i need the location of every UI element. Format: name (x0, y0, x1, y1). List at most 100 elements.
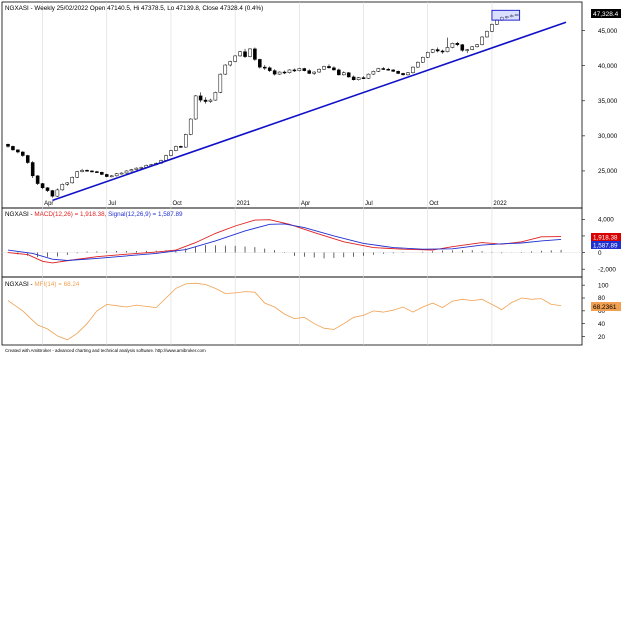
candle-body (406, 72, 410, 76)
candle-body (386, 68, 391, 71)
candle-body (208, 99, 213, 102)
candle-body (243, 51, 247, 57)
mfi-header-prefix: NGXASI - (5, 281, 34, 288)
candle-body (213, 92, 218, 101)
candle-body (356, 77, 361, 81)
candle-body (253, 48, 257, 60)
candle-body (124, 170, 129, 174)
x-tick-label: Jul (365, 201, 373, 207)
candle-body (282, 71, 287, 74)
candle-body (223, 64, 228, 75)
mfi-y-tick-label: 20 (598, 334, 606, 341)
x-tick-label: Apr (44, 201, 53, 207)
candle-body (277, 71, 282, 75)
candle-body (248, 48, 252, 57)
mfi-y-tick-label: 80 (598, 295, 606, 302)
candle-body (371, 71, 376, 75)
macd-header-prefix: NGXASI - (5, 211, 34, 218)
candle-body (90, 170, 94, 173)
candle-body (100, 172, 104, 175)
macd-last-label: 1,918.38 (593, 235, 618, 242)
candle-body (361, 77, 366, 79)
candle-body (475, 44, 479, 48)
x-tick-label: Oct (429, 201, 439, 207)
candle-body (50, 190, 55, 197)
candle-body (495, 19, 499, 25)
price-y-tick-label: 40,000 (598, 63, 618, 70)
candle-body (258, 59, 262, 68)
candle-body (179, 146, 183, 148)
mfi-legend-label: MFI(14) = 68.24 (34, 281, 79, 288)
macd-series-line (7, 219, 562, 264)
candle-body (203, 99, 208, 102)
candle-body (332, 67, 336, 71)
candle-body (272, 70, 277, 75)
candle-body (75, 171, 79, 178)
price-y-tick-label: 30,000 (598, 133, 618, 140)
candle-body (21, 151, 25, 156)
candle-body (470, 46, 474, 50)
mfi-last-label: 68.2361 (593, 304, 617, 311)
candle-body (40, 183, 45, 189)
candle-body (129, 169, 134, 172)
candle-body (485, 31, 489, 38)
candle-body (366, 73, 371, 79)
footer-credit: Created with AmiBroker - advanced charti… (5, 348, 206, 353)
price-pane-border (1, 1, 583, 209)
candle-body (460, 44, 465, 51)
candle-body (342, 72, 346, 76)
mfi-y-tick-label: 100 (598, 282, 609, 289)
candle-body (322, 66, 326, 70)
candle-body (164, 155, 168, 161)
candle-body (218, 73, 223, 93)
candle-body (297, 68, 302, 71)
candle-body (327, 66, 331, 69)
candle-body (480, 36, 484, 45)
candle-body (16, 149, 20, 153)
candle-body (198, 95, 203, 101)
candle-body (317, 68, 321, 73)
candle-body (70, 176, 74, 184)
candle-body (292, 69, 297, 72)
candle-body (109, 175, 114, 178)
candle-body (346, 72, 351, 78)
candle-body (396, 71, 400, 74)
candle-body (11, 146, 15, 151)
candle-body (337, 69, 341, 76)
candle-body (25, 155, 30, 163)
candle-body (430, 49, 435, 53)
candle-body (391, 69, 395, 72)
candle-body (45, 187, 50, 191)
candle-body (381, 68, 386, 70)
candle-body (312, 71, 316, 74)
candle-body (80, 169, 84, 172)
macd-y-tick-label: 4,000 (598, 217, 614, 224)
candle-body (134, 167, 139, 170)
macd-layer (2, 219, 582, 264)
mfi-y-tick-label: 40 (598, 321, 606, 328)
trendline (52, 21, 567, 202)
candle-body (55, 189, 60, 197)
macd-legend-label: MACD(12,26) = 1,918.38, (34, 211, 106, 218)
x-tick-label: Apr (301, 201, 310, 207)
x-tick-label: 2021 (237, 201, 251, 207)
candle-body (174, 146, 178, 151)
candle-body (60, 184, 65, 191)
macd-pane-border (1, 207, 583, 278)
candle-body (450, 43, 455, 48)
candle-body (376, 68, 381, 72)
mfi-series-line (7, 282, 562, 341)
macd-series-line (7, 223, 562, 261)
candle-body (119, 172, 124, 175)
signal-last-label: 1,587.89 (593, 243, 618, 250)
candle-body (114, 173, 119, 177)
candle-body (169, 150, 173, 156)
candle-body (104, 174, 109, 177)
price-layer (6, 9, 567, 202)
macd-y-tick-label: 0 (598, 250, 602, 257)
x-tick-label: 2022 (493, 201, 507, 207)
candle-body (302, 68, 307, 71)
candle-body (188, 118, 193, 135)
candle-body (228, 61, 232, 66)
candle-body (35, 175, 40, 184)
